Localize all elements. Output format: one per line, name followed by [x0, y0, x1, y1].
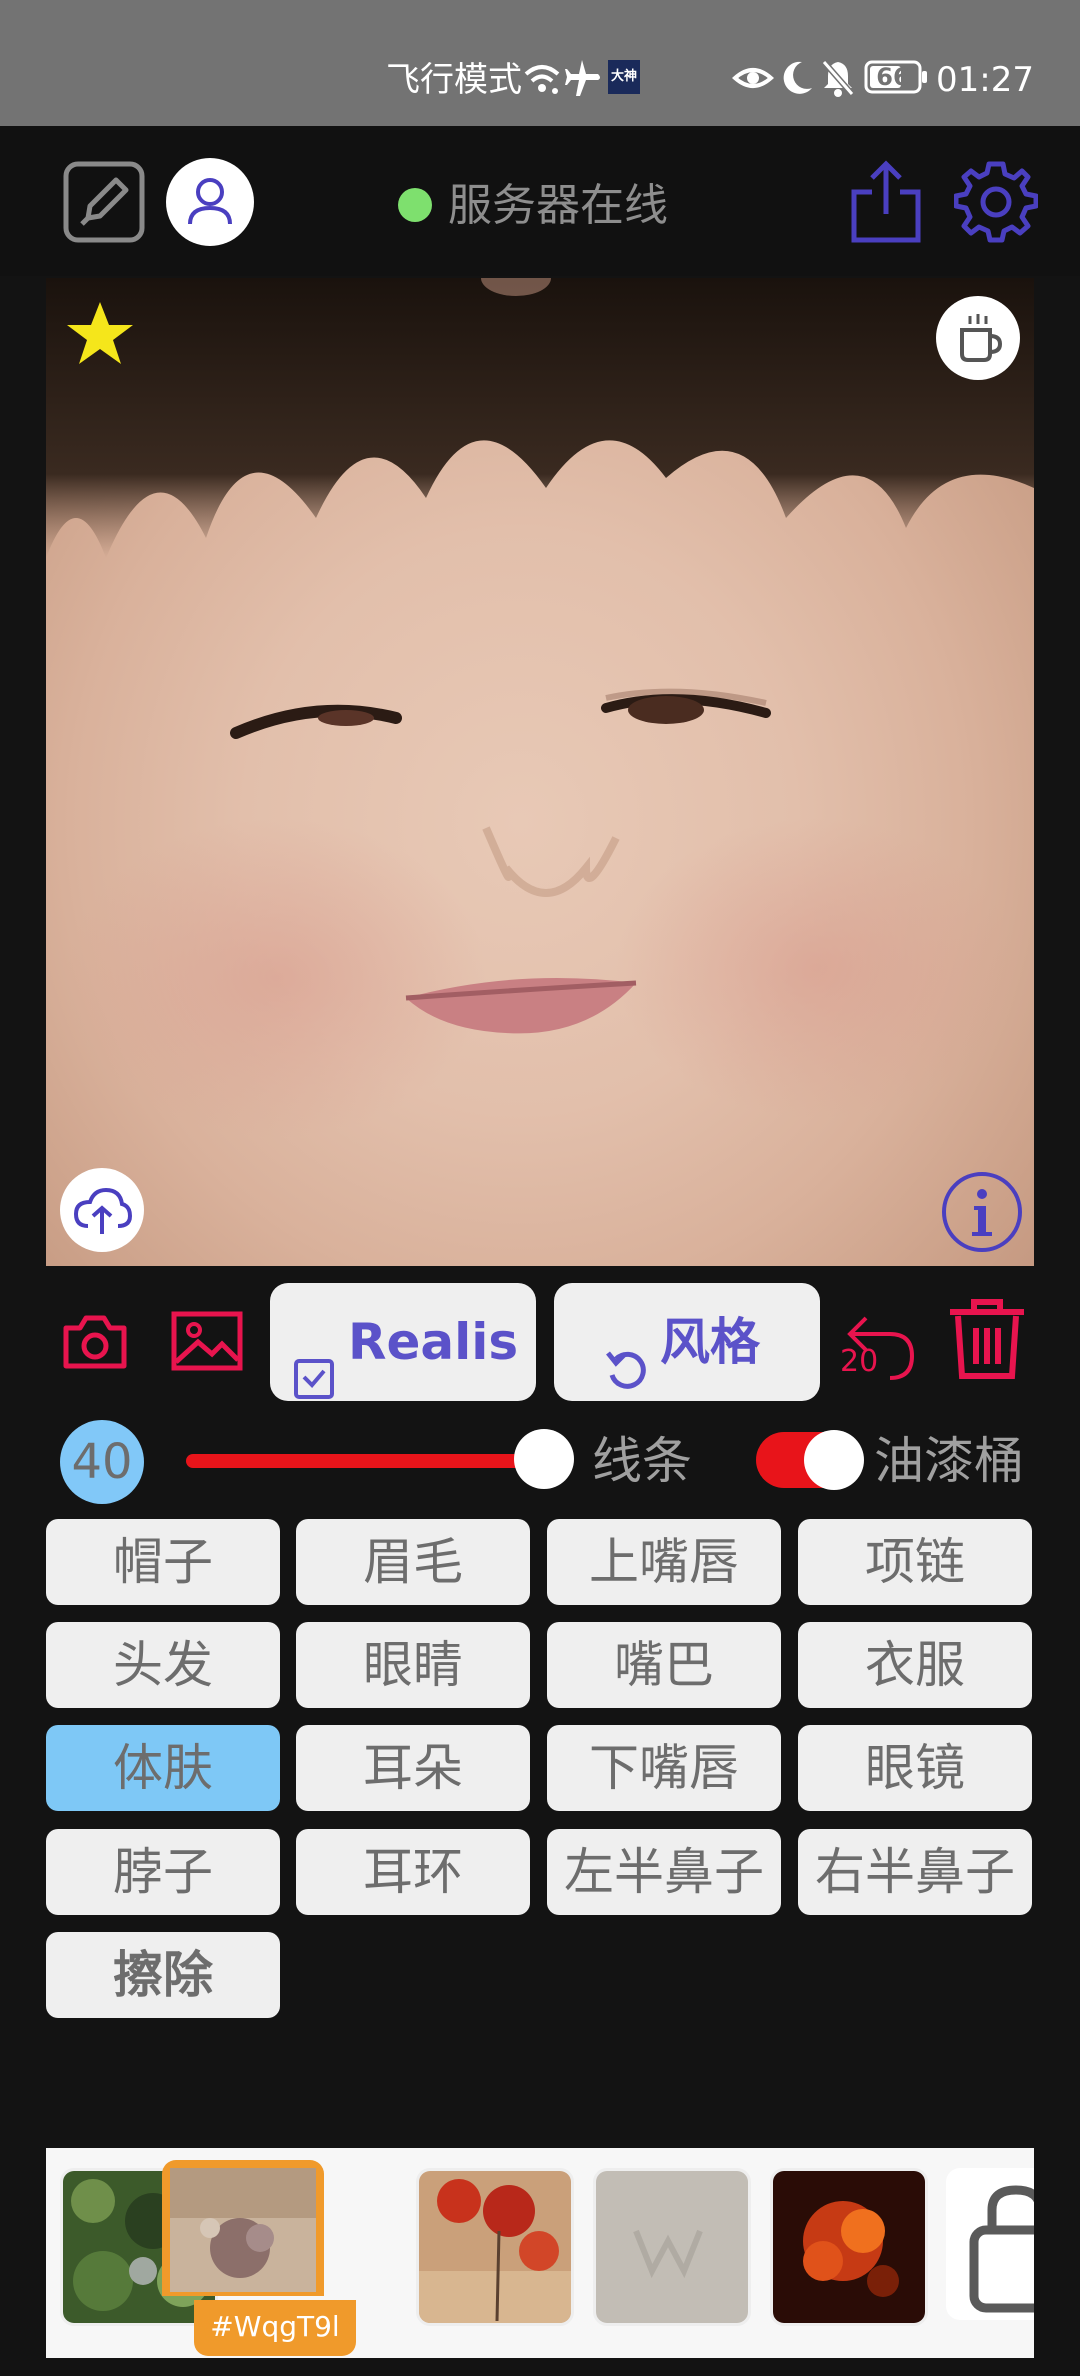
image-icon[interactable]: [170, 1306, 244, 1380]
part-button-clothes[interactable]: 衣服: [798, 1622, 1032, 1708]
part-button-upper-lip[interactable]: 上嘴唇: [547, 1519, 781, 1605]
face-photo: [46, 278, 1034, 1138]
part-button-left-nose[interactable]: 左半鼻子: [547, 1829, 781, 1915]
eye-icon: [731, 58, 775, 102]
undo-icon[interactable]: 20: [836, 1300, 920, 1384]
moon-icon: [780, 58, 816, 102]
part-button-neck[interactable]: 脖子: [46, 1829, 280, 1915]
undo-count: 20: [840, 1344, 879, 1379]
coffee-icon[interactable]: [936, 296, 1020, 380]
paint-bucket-toggle-thumb[interactable]: [804, 1430, 864, 1490]
part-button-necklace[interactable]: 项链: [798, 1519, 1032, 1605]
part-button-lower-lip[interactable]: 下嘴唇: [547, 1725, 781, 1811]
photo-canvas[interactable]: [46, 278, 1034, 1266]
brush-size-badge: 40: [60, 1420, 144, 1504]
edit-icon[interactable]: [62, 160, 146, 248]
clock: 01:27: [936, 60, 1034, 100]
part-button-mouth[interactable]: 嘴巴: [547, 1622, 781, 1708]
trash-icon[interactable]: [946, 1296, 1028, 1386]
checkbox-icon: [294, 1323, 334, 1441]
part-button-eyes[interactable]: 眼睛: [296, 1622, 530, 1708]
paint-bucket-label: 油漆桶: [874, 1432, 1024, 1490]
bell-off-icon: [820, 58, 856, 102]
selected-style-tag: #WqgT9l: [194, 2300, 356, 2356]
brush-size-slider-track[interactable]: [186, 1454, 544, 1468]
battery-level: 66: [876, 63, 910, 91]
part-button-hat[interactable]: 帽子: [46, 1519, 280, 1605]
airplane-icon: [564, 58, 604, 102]
share-icon[interactable]: [846, 160, 926, 248]
battery-icon: 66: [864, 60, 927, 94]
part-button-glasses[interactable]: 眼镜: [798, 1725, 1032, 1811]
style-thumbnail-selected[interactable]: [162, 2160, 324, 2296]
upload-cloud-icon[interactable]: [60, 1168, 144, 1252]
style-button[interactable]: 风格: [554, 1283, 820, 1401]
settings-icon[interactable]: [953, 160, 1039, 248]
style-label: 风格: [660, 1313, 760, 1371]
server-status-label: 服务器在线: [448, 180, 668, 231]
style-thumbnail[interactable]: [416, 2168, 574, 2326]
part-button-ears[interactable]: 耳朵: [296, 1725, 530, 1811]
realis-label: Realis: [348, 1313, 519, 1371]
info-icon[interactable]: [940, 1170, 1024, 1258]
part-button-right-nose[interactable]: 右半鼻子: [798, 1829, 1032, 1915]
part-button-skin[interactable]: 体肤: [46, 1725, 280, 1811]
camera-icon[interactable]: [60, 1306, 130, 1380]
brush-size-slider-thumb[interactable]: [514, 1429, 574, 1489]
server-status-dot: [398, 188, 432, 222]
user-icon[interactable]: [166, 158, 254, 246]
airplane-mode-text: 飞行模式: [386, 60, 522, 100]
style-thumbnail[interactable]: [770, 2168, 928, 2326]
star-icon[interactable]: [64, 298, 136, 374]
part-button-erase[interactable]: 擦除: [46, 1932, 280, 2018]
part-button-hair[interactable]: 头发: [46, 1622, 280, 1708]
style-thumbnail[interactable]: [593, 2168, 751, 2326]
line-mode-label: 线条: [592, 1432, 692, 1490]
status-bar: 飞行模式 大神 66 01:27: [0, 0, 1080, 126]
wifi-icon: [522, 58, 562, 102]
part-button-eyebrows[interactable]: 眉毛: [296, 1519, 530, 1605]
realis-button[interactable]: Realis: [270, 1283, 536, 1401]
part-button-earrings[interactable]: 耳环: [296, 1829, 530, 1915]
lock-icon[interactable]: [946, 2168, 1034, 2320]
app-badge-icon: 大神: [608, 60, 640, 94]
rotate-icon: [604, 1319, 650, 1437]
